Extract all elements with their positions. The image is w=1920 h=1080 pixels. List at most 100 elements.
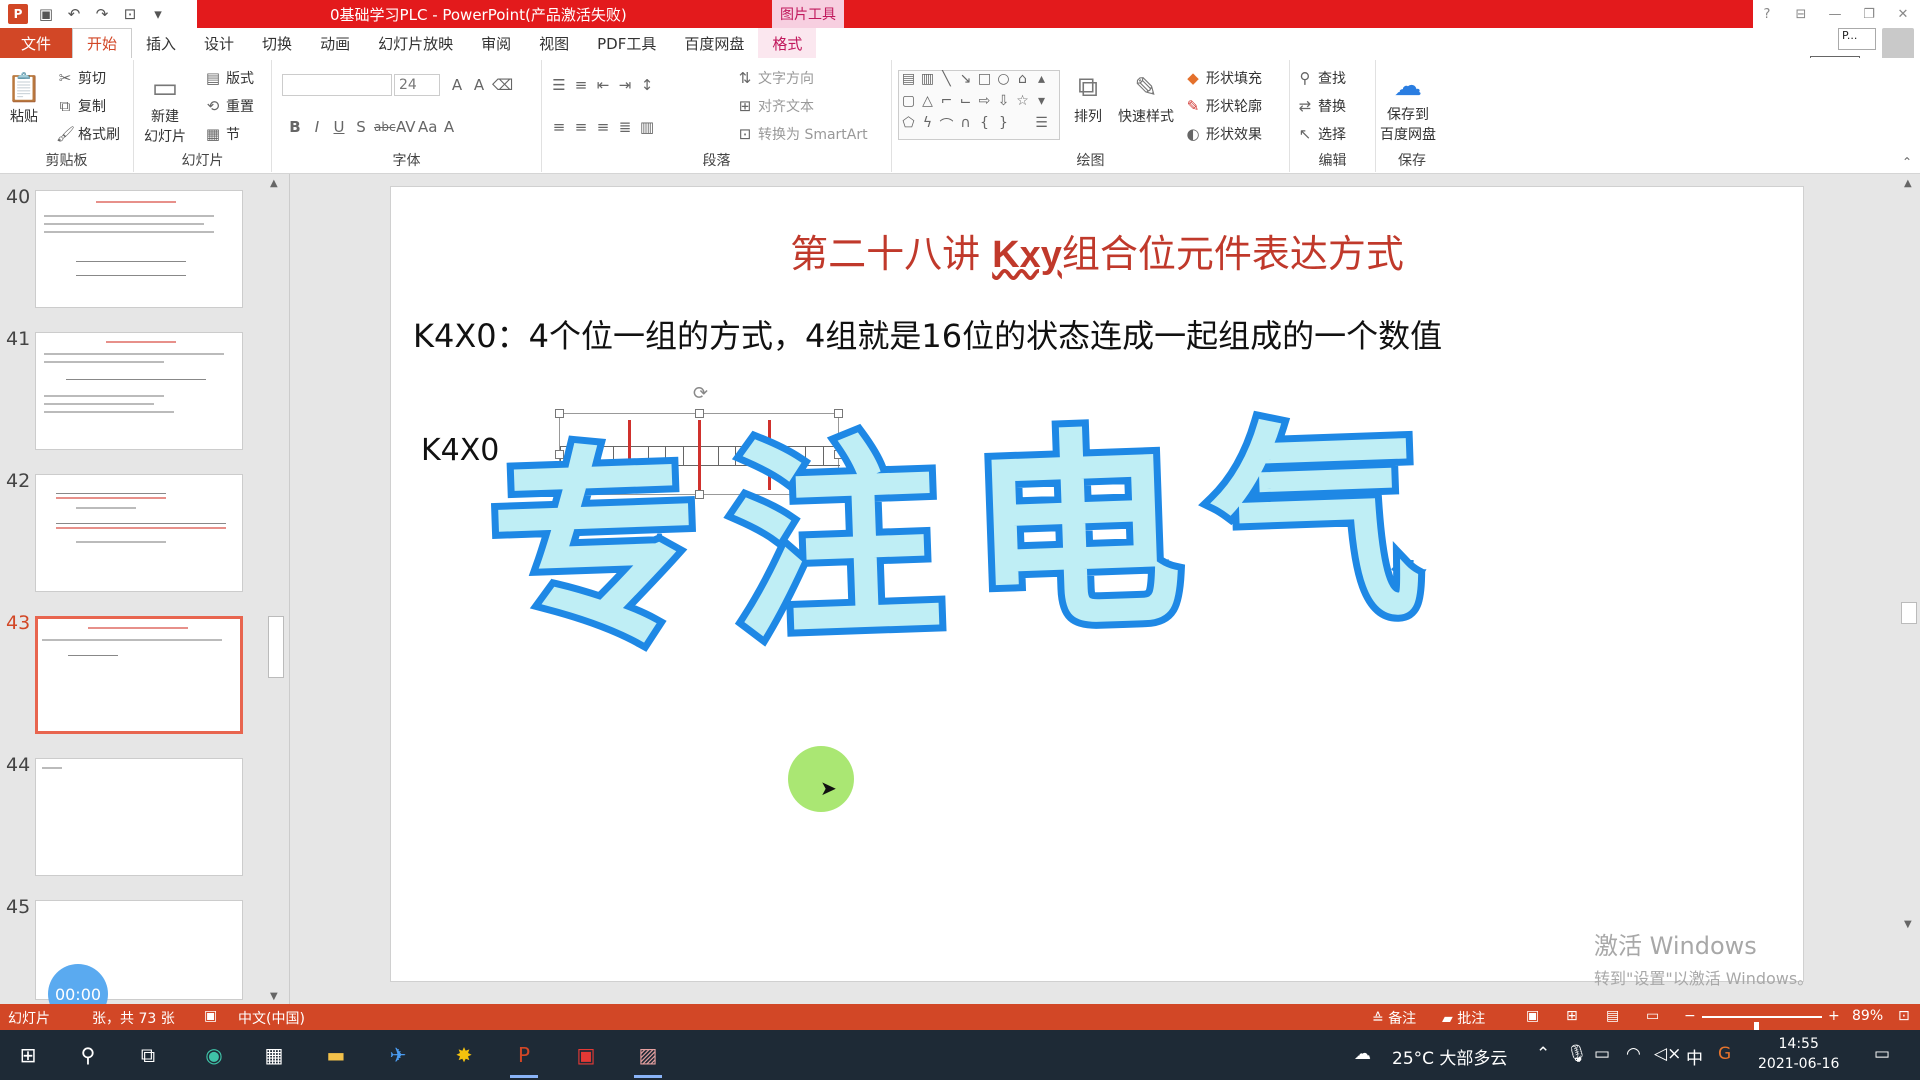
- blank-shape-icon[interactable]: [1013, 115, 1032, 137]
- arrange-button[interactable]: ⧉ 排列: [1070, 68, 1106, 126]
- file-explorer-icon[interactable]: ▬: [318, 1038, 354, 1072]
- minimize-icon[interactable]: —: [1818, 0, 1852, 28]
- replace-button[interactable]: ⇄ 替换: [1296, 96, 1346, 116]
- zoom-slider[interactable]: [1702, 1016, 1822, 1036]
- shape-fill-button[interactable]: ◆ 形状填充: [1184, 68, 1262, 88]
- spacing-icon[interactable]: AV: [396, 118, 416, 136]
- comments-button[interactable]: ▰ 批注: [1442, 1008, 1485, 1028]
- line-spacing-icon[interactable]: ↕: [638, 76, 656, 94]
- right-arrow-shape-icon[interactable]: ⇨: [975, 93, 994, 115]
- paint-app-icon[interactable]: ▨: [630, 1038, 666, 1078]
- slide-sorter-icon[interactable]: ⊞: [1566, 1008, 1578, 1024]
- language[interactable]: 中文(中国): [238, 1008, 305, 1028]
- align-left-icon[interactable]: ≡: [550, 118, 568, 136]
- tab-pdf-tools[interactable]: PDF工具: [583, 28, 670, 58]
- grow-font-icon[interactable]: A: [448, 76, 466, 94]
- align-center-icon[interactable]: ≡: [572, 118, 590, 136]
- down-arrow-shape-icon[interactable]: ⇩: [994, 93, 1013, 115]
- format-painter-button[interactable]: 🖌 格式刷: [56, 124, 120, 144]
- cut-button[interactable]: ✂ 剪切: [56, 68, 106, 88]
- tab-format[interactable]: 格式: [758, 28, 817, 58]
- shape-outline-button[interactable]: ✎ 形状轮廓: [1184, 96, 1262, 116]
- scroll-up-arrow-icon[interactable]: ▲: [270, 178, 278, 189]
- shapes-gallery[interactable]: ▤ ▥ ╲ ↘ □ ○ ⌂ ▴ ▢ △ ⌐ ⌙ ⇨ ⇩ ☆ ▾ ⬠ ϟ ⌒ ∩{} ☰: [898, 70, 1060, 140]
- slide-scrollbar[interactable]: ▲ ▼: [1898, 174, 1920, 934]
- section-button[interactable]: ▦ 节: [204, 124, 240, 144]
- weather-text[interactable]: 25°C 大部多云: [1392, 1044, 1507, 1069]
- scroll-down-icon[interactable]: ▾: [1032, 93, 1051, 115]
- elbow-shape-icon[interactable]: ⌙: [956, 93, 975, 115]
- gallery-expand-icon[interactable]: ☰: [1032, 115, 1051, 137]
- justify-icon[interactable]: ≣: [616, 118, 634, 136]
- copy-button[interactable]: ⧉ 复制: [56, 96, 106, 116]
- recorder-app-icon[interactable]: ▣: [568, 1038, 604, 1072]
- pentagon-shape-icon[interactable]: ⬠: [899, 115, 918, 137]
- thumbnail-card[interactable]: [35, 474, 243, 592]
- triangle-shape-icon[interactable]: △: [918, 93, 937, 115]
- select-button[interactable]: ↖ 选择: [1296, 124, 1346, 144]
- weather-icon[interactable]: ☁: [1354, 1044, 1371, 1064]
- powerpoint-taskbar-icon[interactable]: P: [506, 1038, 542, 1078]
- undo-icon[interactable]: ↶: [64, 4, 84, 24]
- notes-button[interactable]: ≙ 备注: [1372, 1008, 1416, 1028]
- ribbon-display-icon[interactable]: ⊟: [1784, 0, 1818, 28]
- new-slide-button[interactable]: ▭ 新建 幻灯片: [144, 68, 186, 146]
- slideshow-from-start-icon[interactable]: ⊡: [120, 4, 140, 24]
- thumbnail-card[interactable]: [35, 332, 243, 450]
- windows-start-icon[interactable]: ⊞: [10, 1038, 46, 1072]
- scroll-down-arrow-icon[interactable]: ▼: [1904, 919, 1912, 930]
- strikethrough-icon[interactable]: abc: [374, 120, 396, 134]
- align-text-button[interactable]: ⊞ 对齐文本: [736, 96, 814, 116]
- zoom-out-icon[interactable]: −: [1684, 1008, 1696, 1024]
- case-icon[interactable]: Aa: [418, 118, 437, 136]
- layout-button[interactable]: ▤ 版式: [204, 68, 254, 88]
- feishu-app-icon[interactable]: ✈: [380, 1038, 416, 1072]
- font-name-dropdown[interactable]: [282, 74, 392, 96]
- more-shapes-icon[interactable]: ⌂: [1013, 71, 1032, 93]
- oval-shape-icon[interactable]: ○: [994, 71, 1013, 93]
- thumbnails-scrollbar[interactable]: ▲ ▼: [266, 176, 286, 1004]
- slide-canvas[interactable]: 第二十八讲 Kxy组合位元件表达方式 K4X0：4个位一组的方式，4组就是16位…: [390, 186, 1804, 982]
- help-icon[interactable]: ?: [1750, 0, 1784, 28]
- scroll-up-arrow-icon[interactable]: ▲: [1904, 178, 1912, 189]
- slideshow-view-icon[interactable]: ▭: [1646, 1008, 1659, 1024]
- font-size-dropdown[interactable]: 24: [394, 74, 440, 96]
- redo-icon[interactable]: ↷: [92, 4, 112, 24]
- sogou-input-icon[interactable]: G: [1718, 1044, 1731, 1064]
- shadow-icon[interactable]: S: [352, 118, 370, 136]
- shrink-font-icon[interactable]: A: [470, 76, 488, 94]
- thumbnail-card-active[interactable]: [35, 616, 243, 734]
- connector-shape-icon[interactable]: ⌐: [937, 93, 956, 115]
- task-view-icon[interactable]: ⧉: [130, 1038, 166, 1072]
- network-icon[interactable]: ◠: [1626, 1044, 1641, 1064]
- rotate-handle-icon[interactable]: ⟳: [693, 383, 708, 404]
- curve-shape-icon[interactable]: ∩: [956, 115, 975, 137]
- font-color-icon[interactable]: A: [440, 118, 458, 136]
- align-right-icon[interactable]: ≡: [594, 118, 612, 136]
- clear-format-icon[interactable]: ⌫: [492, 76, 513, 94]
- textbox-v-shape-icon[interactable]: ▥: [918, 71, 937, 93]
- show-hidden-icons-icon[interactable]: ⌃: [1536, 1044, 1550, 1064]
- ime-indicator[interactable]: 中: [1686, 1044, 1703, 1069]
- tab-view[interactable]: 视图: [525, 28, 583, 58]
- close-icon[interactable]: ✕: [1886, 0, 1920, 28]
- tab-baidu-netdisk[interactable]: 百度网盘: [670, 28, 758, 58]
- line-shape-icon[interactable]: ╲: [937, 71, 956, 93]
- thumbnail-card[interactable]: [35, 758, 243, 876]
- bold-icon[interactable]: B: [286, 118, 304, 136]
- save-to-baidu-button[interactable]: ☁ 保存到 百度网盘: [1380, 66, 1436, 144]
- slide-body-text[interactable]: K4X0：4个位一组的方式，4组就是16位的状态连成一起组成的一个数值: [413, 311, 1442, 357]
- zoom-in-icon[interactable]: +: [1828, 1008, 1840, 1024]
- shape-effects-button[interactable]: ◐ 形状效果: [1184, 124, 1262, 144]
- microphone-icon[interactable]: 🎙: [1566, 1044, 1588, 1064]
- decrease-indent-icon[interactable]: ⇤: [594, 76, 612, 94]
- bullets-icon[interactable]: ☰: [550, 76, 568, 94]
- system-clock[interactable]: 14:55 2021-06-16: [1758, 1034, 1839, 1074]
- battery-icon[interactable]: ▭: [1594, 1044, 1610, 1064]
- underline-icon[interactable]: U: [330, 118, 348, 136]
- tab-design[interactable]: 设计: [190, 28, 248, 58]
- textbox-shape-icon[interactable]: ▤: [899, 71, 918, 93]
- find-button[interactable]: ⚲ 查找: [1296, 68, 1347, 88]
- paste-button[interactable]: 📋 粘贴: [6, 68, 42, 126]
- italic-icon[interactable]: I: [308, 118, 326, 136]
